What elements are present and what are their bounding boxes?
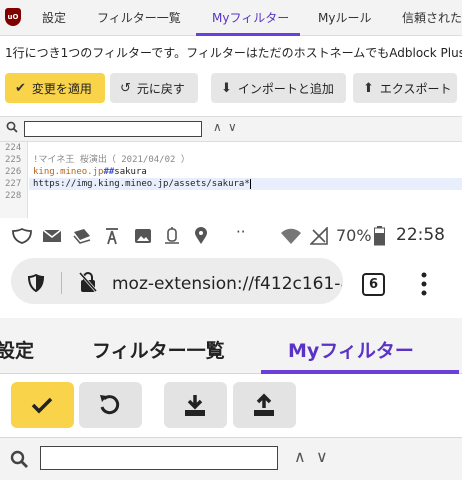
search-next-icon[interactable]: ∨ — [316, 447, 328, 466]
tracking-protection-shield-icon[interactable] — [28, 274, 44, 292]
url-text[interactable]: moz-extension://f412c161-8 — [112, 274, 342, 294]
shield-status-icon — [12, 228, 32, 244]
active-tab-indicator — [196, 33, 300, 36]
rule-separator: ## — [103, 167, 115, 177]
mobile-signal-icon — [310, 227, 328, 245]
battery-icon — [374, 226, 385, 246]
undo-icon — [100, 395, 120, 415]
url-divider — [61, 272, 62, 294]
extension-page-icon[interactable] — [78, 271, 98, 293]
line-number: 225 — [5, 155, 22, 165]
revert-label: 元に戻す — [136, 81, 185, 96]
search-icon — [6, 121, 18, 133]
tab-filter-lists[interactable]: フィルター一覧 — [92, 336, 225, 363]
search-prev-icon[interactable]: ∧ — [294, 447, 306, 466]
stack-icon — [73, 229, 91, 244]
check-icon — [31, 397, 53, 414]
phone-tab-bar: 設定 フィルター一覧 Myフィルター — [0, 318, 462, 374]
download-icon: ⬇ — [221, 80, 232, 96]
search-icon — [10, 450, 28, 468]
desktop-search-bar: ∧ ∨ — [0, 116, 462, 142]
tab-counter-button[interactable]: 6 — [362, 273, 385, 296]
upload-icon — [254, 393, 274, 416]
revert-button[interactable]: ↺ 元に戻す — [110, 73, 198, 103]
tab-my-filters[interactable]: Myフィルター — [288, 336, 414, 363]
more-notifications: ·· — [236, 223, 246, 241]
rule-url: https://img.king.mineo.jp/assets/sakura* — [33, 179, 250, 189]
desktop-tab-bar: uO 設定 フィルター一覧 Myフィルター Myルール 信頼されたサ — [0, 0, 462, 36]
overflow-menu-icon[interactable] — [421, 272, 427, 296]
import-append-button[interactable] — [164, 382, 227, 428]
import-append-label: インポートと追加 — [237, 81, 334, 96]
line-number: 227 — [5, 179, 22, 189]
ublock-logo-icon: uO — [5, 8, 21, 26]
apply-changes-button[interactable] — [11, 382, 74, 428]
active-tab-indicator — [261, 370, 459, 374]
filter-rule-line: king.mineo.jp##sakura — [33, 166, 147, 178]
android-status-bar: ·· 70% 22:58 — [0, 218, 462, 254]
export-button[interactable]: ⬆ エクスポート — [353, 73, 457, 103]
filter-editor[interactable]: 224 225 226 227 228 !マイネ王 桜演出（ 2021/04/0… — [0, 142, 462, 218]
status-time: 22:58 — [396, 225, 445, 245]
text-cursor — [249, 178, 251, 189]
tab-my-filters[interactable]: Myフィルター — [212, 0, 289, 36]
filter-comment-line: !マイネ王 桜演出（ 2021/04/02 ） — [33, 155, 190, 165]
location-icon — [195, 227, 207, 244]
filters-intro-text: 1行につき1つのフィルターです。フィルターはただのホストネームでもAdblock… — [5, 46, 462, 60]
filter-url-line: https://img.king.mineo.jp/assets/sakura* — [33, 178, 251, 190]
line-number: 228 — [5, 191, 22, 201]
mail-icon — [42, 229, 62, 242]
revert-button[interactable] — [79, 382, 142, 428]
phone-search-input[interactable] — [40, 446, 278, 470]
tab-settings[interactable]: 設定 — [42, 0, 66, 36]
upload-icon: ⬆ — [363, 80, 374, 96]
import-append-button[interactable]: ⬇ インポートと追加 — [211, 73, 346, 103]
export-label: エクスポート — [379, 81, 452, 96]
undo-icon: ↺ — [120, 80, 131, 96]
tab-settings[interactable]: 設定 — [0, 336, 34, 363]
usb-debug-icon — [165, 227, 179, 244]
apply-changes-label: 変更を適用 — [31, 81, 92, 96]
tab-trusted-sites[interactable]: 信頼されたサ — [402, 0, 462, 36]
tab-filter-lists[interactable]: フィルター一覧 — [97, 0, 181, 36]
rule-selector: sakura — [114, 167, 147, 177]
desktop-search-input[interactable] — [24, 121, 202, 137]
line-number: 224 — [5, 143, 22, 153]
export-button[interactable] — [233, 382, 296, 428]
battery-percent: 70% — [336, 226, 372, 245]
search-prev-icon[interactable]: ∧ — [213, 120, 222, 134]
download-icon — [185, 395, 205, 416]
tab-my-rules[interactable]: Myルール — [318, 0, 371, 36]
image-icon — [135, 229, 151, 243]
phone-search-bar: ∧ ∨ — [0, 437, 462, 480]
line-number: 226 — [5, 167, 22, 177]
apply-changes-button[interactable]: ✔ 変更を適用 — [5, 73, 105, 103]
rule-domain: king.mineo.jp — [33, 167, 104, 177]
network-tower-icon — [106, 228, 118, 245]
phone-screenshot: ·· 70% 22:58 moz-extension://f412c161-8 … — [0, 218, 462, 480]
check-icon: ✔ — [15, 80, 26, 96]
search-next-icon[interactable]: ∨ — [228, 120, 237, 134]
wifi-icon — [281, 228, 301, 244]
desktop-screenshot: uO 設定 フィルター一覧 Myフィルター Myルール 信頼されたサ 1行につき… — [0, 0, 462, 218]
